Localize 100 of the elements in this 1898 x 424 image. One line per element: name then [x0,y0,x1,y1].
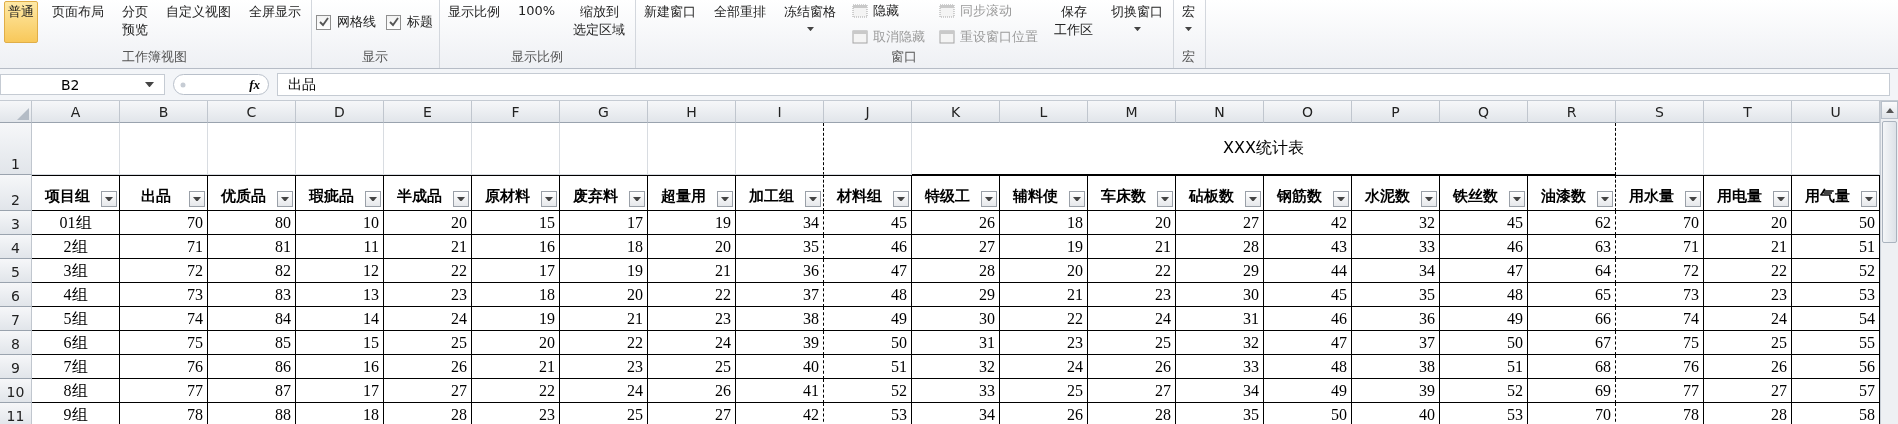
row-header[interactable]: 3 [0,211,32,235]
column-header[interactable]: E [384,101,472,123]
insert-function-button[interactable]: fx [247,76,262,93]
row-header[interactable]: 6 [0,283,32,307]
filter-button[interactable] [365,191,381,207]
view-button[interactable]: 页面布局 [48,1,108,43]
column-header[interactable]: N [1176,101,1264,123]
ribbon-dropdown-button[interactable]: 切换窗口 [1107,1,1168,43]
filter-button[interactable] [1157,191,1173,207]
column-header[interactable]: U [1792,101,1880,123]
filter-button[interactable] [1509,191,1525,207]
filter-button[interactable] [717,191,733,207]
table-cell: 14 [296,307,384,331]
filter-button[interactable] [1861,191,1877,207]
ribbon-button[interactable]: 100% [514,1,560,43]
filter-button[interactable] [277,191,293,207]
table-cell: 46 [1264,307,1352,331]
filter-caret-icon [369,196,377,202]
filter-caret-icon [1337,196,1345,202]
filter-button[interactable] [1421,191,1437,207]
checkbox[interactable] [386,14,401,30]
filter-button[interactable] [805,191,821,207]
filter-button[interactable] [1069,191,1085,207]
filter-button[interactable] [189,191,205,207]
view-button[interactable]: 普通 [4,1,38,43]
filter-button[interactable] [453,191,469,207]
row-header[interactable]: 5 [0,259,32,283]
row-header[interactable]: 1 [0,123,32,175]
small-ribbon-button[interactable]: 隐藏 [850,1,928,21]
filter-button[interactable] [1685,191,1701,207]
column-header[interactable]: I [736,101,824,123]
table-cell: 33 [912,379,1000,403]
view-button[interactable]: 分页 预览 [118,1,152,43]
checkbox[interactable] [316,14,331,30]
table-cell: 87 [208,379,296,403]
table-cell: 15 [296,331,384,355]
ribbon-button[interactable]: 保存 工作区 [1050,1,1098,43]
column-header[interactable]: A [32,101,120,123]
table-cell: 16 [296,355,384,379]
formula-input[interactable]: 出品 [277,73,1890,96]
filter-caret-icon [633,196,641,202]
column-header[interactable]: B [120,101,208,123]
ribbon-button[interactable]: 缩放到 选定区域 [569,1,630,43]
column-header[interactable]: K [912,101,1000,123]
row-header[interactable]: 2 [0,175,32,211]
column-header[interactable]: M [1088,101,1176,123]
column-header[interactable]: Q [1440,101,1528,123]
group-label: 显示 [360,48,389,66]
filter-button[interactable] [1773,191,1789,207]
table-cell: 21 [1088,235,1176,259]
ribbon-button[interactable]: 新建窗口 [640,1,701,43]
checkbox-label[interactable]: 网格线 [316,13,376,31]
column-header[interactable]: G [560,101,648,123]
column-header[interactable]: O [1264,101,1352,123]
ribbon-button[interactable]: 全屏显示 [245,1,305,43]
filter-button[interactable] [893,191,909,207]
table-cell: 17 [472,259,560,283]
ribbon-button[interactable]: 全部重排 [710,1,771,43]
column-header[interactable]: J [824,101,912,123]
filter-caret-icon [897,196,905,202]
filter-button[interactable] [629,191,645,207]
column-header[interactable]: D [296,101,384,123]
table-cell: 48 [1440,283,1528,307]
filter-button[interactable] [1333,191,1349,207]
ribbon-button[interactable]: 自定义视图 [162,1,235,43]
name-box[interactable]: B2 [0,74,165,95]
column-header[interactable]: S [1616,101,1704,123]
scroll-up-button[interactable] [1881,101,1898,119]
table-cell: 35 [736,235,824,259]
column-title: 砧板数 [1187,186,1235,207]
row-header[interactable]: 7 [0,307,32,331]
column-header[interactable]: T [1704,101,1792,123]
table-cell: 32 [1176,331,1264,355]
filter-caret-icon [281,196,289,202]
scroll-thumb[interactable] [1882,121,1897,243]
checkbox-label[interactable]: 标题 [386,13,433,31]
filter-button[interactable] [1597,191,1613,207]
filter-button[interactable] [981,191,997,207]
table-cell: 12 [296,259,384,283]
filter-button[interactable] [1245,191,1261,207]
filter-button[interactable] [101,191,117,207]
row-header[interactable]: 4 [0,235,32,259]
ribbon-dropdown-button[interactable]: 宏 [1178,1,1200,43]
column-header[interactable]: C [208,101,296,123]
ribbon-button[interactable]: 显示比例 [444,1,504,43]
filter-button[interactable] [541,191,557,207]
table-cell: 30 [1176,283,1264,307]
column-header[interactable]: F [472,101,560,123]
table-cell: 85 [208,331,296,355]
ribbon-dropdown-button[interactable]: 冻结窗格 [780,1,841,43]
column-header[interactable]: P [1352,101,1440,123]
column-header[interactable]: R [1528,101,1616,123]
row-header[interactable]: 8 [0,331,32,355]
row-header[interactable]: 9 [0,355,32,379]
row-header[interactable]: 11 [0,403,32,424]
column-header[interactable]: H [648,101,736,123]
column-header[interactable]: L [1000,101,1088,123]
row-header[interactable]: 10 [0,379,32,403]
vertical-scrollbar[interactable] [1880,101,1898,424]
table-cell: 24 [1000,355,1088,379]
